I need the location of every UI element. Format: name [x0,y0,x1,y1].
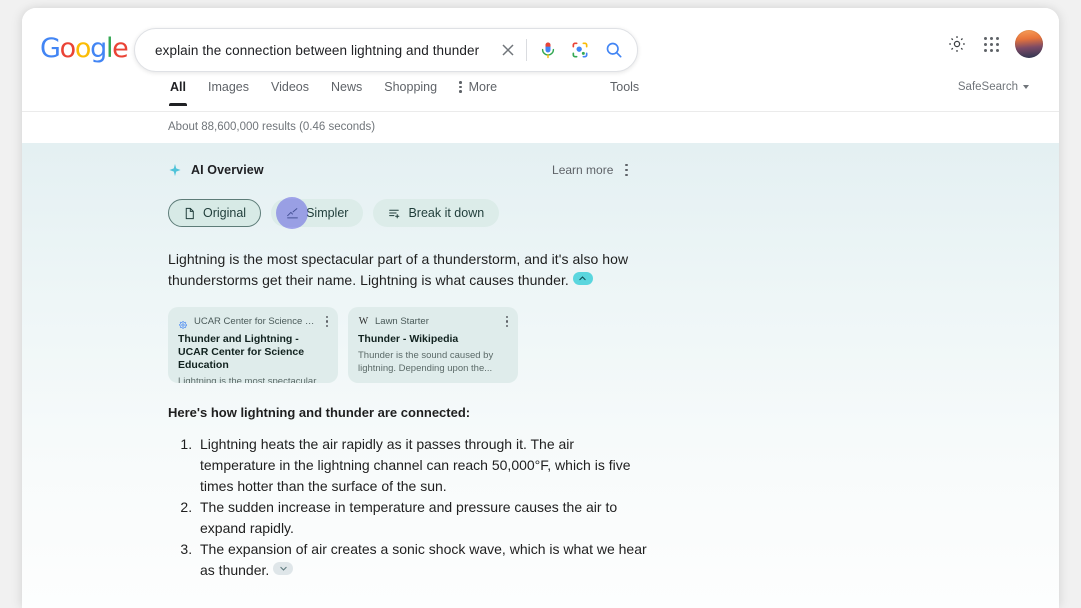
tab-videos[interactable]: Videos [271,78,309,106]
list-item-text: Lightning heats the air rapidly as it pa… [200,436,631,494]
gear-favicon-icon [178,317,188,329]
citation-badge-intro[interactable] [572,272,593,285]
ai-source-cards: UCAR Center for Science Edu... Thunder a… [168,307,652,383]
search-header: Google [22,8,1059,78]
source-card[interactable]: W Lawn Starter Thunder - Wikipedia Thund… [348,307,518,383]
chip-break-it-down[interactable]: Break it down [373,199,500,227]
more-options-icon[interactable] [325,316,328,327]
tools-label: Tools [610,80,640,94]
citation-badge-list[interactable] [273,562,294,575]
chevron-down-icon [1023,85,1029,89]
simplify-icon [287,207,298,218]
ai-overview-header: AI Overview Learn more [168,143,628,177]
source-card-title: Thunder - Wikipedia [358,333,459,345]
tab-images-label: Images [207,80,249,94]
tab-shopping[interactable]: Shopping [384,78,437,106]
learn-more-button[interactable]: Learn more [552,163,628,177]
result-stats: About 88,600,000 results (0.46 seconds) [22,112,1059,143]
tab-all[interactable]: All [169,78,187,106]
browser-window: Google explain the connection between li… [22,8,1059,608]
chip-simpler[interactable]: Simpler [271,199,364,227]
header-actions [947,30,1043,58]
search-bar[interactable] [134,28,638,72]
list-item: Lightning heats the air rapidly as it pa… [196,434,652,497]
search-input[interactable] [155,42,496,58]
list-item: The expansion of air creates a sonic sho… [196,539,652,581]
more-options-icon[interactable] [505,316,508,327]
source-card-header: W Lawn Starter [358,316,508,327]
tab-videos-label: Videos [270,80,309,94]
learn-more-label: Learn more [552,163,614,177]
sparkle-icon [168,163,182,177]
google-logo[interactable]: Google [40,35,129,62]
ai-list-heading: Here's how lightning and thunder are con… [168,405,471,420]
avatar[interactable] [1015,30,1043,58]
chip-simpler-label: Simpler [306,206,349,220]
list-add-icon [389,209,400,218]
tab-images[interactable]: Images [208,78,249,106]
search-tabs: All Images Videos News Shopping More Too… [22,78,1059,112]
more-options-icon[interactable] [625,163,628,177]
list-item-text: The sudden increase in temperature and p… [200,499,618,536]
tab-shopping-label: Shopping [384,80,438,94]
safesearch-label: SafeSearch [957,81,1018,93]
source-card-title: Thunder and Lightning - UCAR Center for … [178,333,305,371]
chevron-up-icon [579,276,587,281]
tools-button[interactable]: Tools [610,80,639,94]
safesearch-dropdown[interactable]: SafeSearch [958,81,1029,93]
tab-news[interactable]: News [331,78,362,106]
google-lens-icon[interactable] [569,39,591,61]
source-card-domain: UCAR Center for Science Edu... [194,316,320,327]
ai-overview-panel: AI Overview Learn more Original Simpler … [22,143,1059,608]
list-item: The sudden increase in temperature and p… [196,497,652,539]
chevron-down-icon [280,566,287,571]
tab-more-label: More [468,80,498,94]
source-card-header: UCAR Center for Science Edu... [178,316,328,329]
list-item-text: The expansion of air creates a sonic sho… [200,541,647,578]
chip-original[interactable]: Original [168,199,262,227]
ai-overview-title: AI Overview [191,163,264,177]
tab-more[interactable]: More [459,78,497,106]
ai-overview-chips: Original Simpler Break it down [168,197,652,229]
search-icon[interactable] [603,39,625,61]
close-icon[interactable] [496,38,520,62]
chip-original-label: Original [203,206,247,220]
search-divider [526,39,527,61]
source-card[interactable]: UCAR Center for Science Edu... Thunder a… [168,307,338,383]
tab-news-label: News [330,80,363,94]
source-card-snippet: Lightning is the most spectacular elemen… [178,376,317,383]
chip-break-it-down-label: Break it down [408,206,485,220]
source-card-domain: Lawn Starter [375,316,429,327]
wikipedia-w-favicon-icon: W [358,316,369,327]
apps-grid-icon[interactable] [981,34,1001,54]
microphone-icon[interactable] [537,39,559,61]
ai-intro-text: Lightning is the most spectacular part o… [168,251,629,288]
ai-numbered-list: Lightning heats the air rapidly as it pa… [168,434,652,581]
ai-closing-paragraph: The thunderclap or peal of thunder can r… [168,603,652,608]
source-card-snippet: Thunder is the sound caused by lightning… [358,350,494,374]
document-icon [185,207,194,219]
gear-icon[interactable] [947,34,967,54]
ai-intro-paragraph: Lightning is the most spectacular part o… [168,249,652,291]
more-options-icon [459,81,462,93]
tab-all-label: All [170,80,186,94]
